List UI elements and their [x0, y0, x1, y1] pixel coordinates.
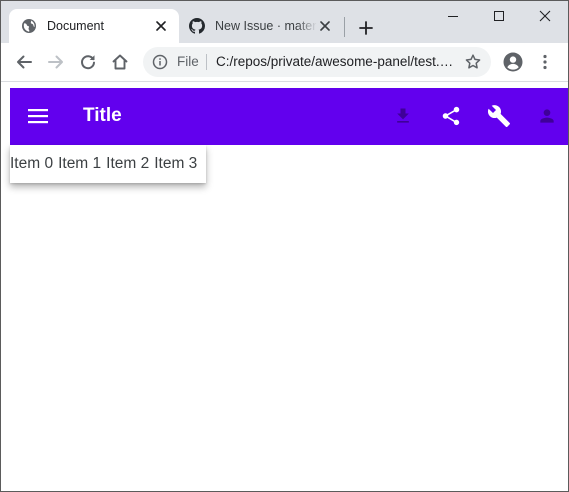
arrow-forward-icon [48, 55, 63, 69]
settings-button[interactable] [487, 104, 511, 128]
address-bar[interactable]: File C:/repos/private/awesome-panel/test… [143, 47, 491, 77]
account-button[interactable] [535, 104, 559, 128]
tab-separator [344, 17, 345, 37]
arrow-back-icon [17, 55, 32, 69]
menu-icon [28, 109, 48, 124]
close-tab-icon[interactable] [317, 18, 333, 34]
download-button[interactable] [391, 104, 415, 128]
reload-button[interactable] [76, 50, 100, 74]
info-icon [152, 54, 168, 70]
close-icon [539, 10, 551, 22]
refresh-icon [81, 55, 95, 70]
profile-button[interactable] [501, 50, 525, 74]
list-item-3[interactable]: Item 3 [154, 155, 197, 173]
security-label: File [177, 54, 199, 69]
page-content: Title Item 0 Item 1 Item 2 Item 3 [1, 82, 568, 491]
maximize-icon [494, 11, 504, 21]
app-bar-title: Title [83, 105, 122, 126]
file-download-icon [397, 108, 409, 123]
new-tab-button[interactable] [355, 17, 377, 39]
account-circle-icon [503, 52, 523, 72]
tab-new-issue-title: New Issue · material-components/material… [215, 19, 317, 33]
list-item-2[interactable]: Item 2 [106, 155, 149, 173]
close-tab-icon[interactable] [153, 18, 169, 34]
star-icon[interactable] [464, 53, 482, 71]
list-item-1[interactable]: Item 1 [58, 155, 101, 173]
back-button[interactable] [12, 50, 36, 74]
globe-icon [22, 19, 36, 33]
minimize-icon [448, 16, 458, 17]
share-button[interactable] [439, 104, 463, 128]
tab-strip: Document New Issue · material-components… [1, 1, 568, 43]
address-divider [206, 54, 207, 70]
plus-icon [359, 21, 373, 35]
browser-toolbar: File C:/repos/private/awesome-panel/test… [1, 43, 568, 82]
tab-document[interactable]: Document [9, 9, 179, 43]
maximize-button[interactable] [476, 1, 522, 31]
minimize-button[interactable] [430, 1, 476, 31]
tab-document-title: Document [47, 19, 104, 33]
more-vert-icon [543, 54, 547, 70]
close-window-button[interactable] [522, 1, 568, 31]
share-icon [442, 106, 460, 126]
navigation-menu-button[interactable] [26, 104, 50, 128]
url-text[interactable]: C:/repos/private/awesome-panel/test.html [216, 54, 456, 69]
top-app-bar: Title [10, 88, 568, 145]
list-item-0[interactable]: Item 0 [10, 155, 53, 173]
person-icon [540, 109, 554, 123]
forward-button[interactable] [44, 50, 68, 74]
home-button[interactable] [108, 50, 132, 74]
browser-window: Document New Issue · material-components… [0, 0, 569, 492]
tab-new-issue[interactable]: New Issue · material-components/material… [181, 9, 343, 43]
build-icon [487, 105, 510, 127]
item-list: Item 0 Item 1 Item 2 Item 3 [10, 145, 206, 183]
browser-menu-button[interactable] [533, 50, 557, 74]
github-icon [189, 18, 205, 34]
home-icon [112, 54, 128, 70]
